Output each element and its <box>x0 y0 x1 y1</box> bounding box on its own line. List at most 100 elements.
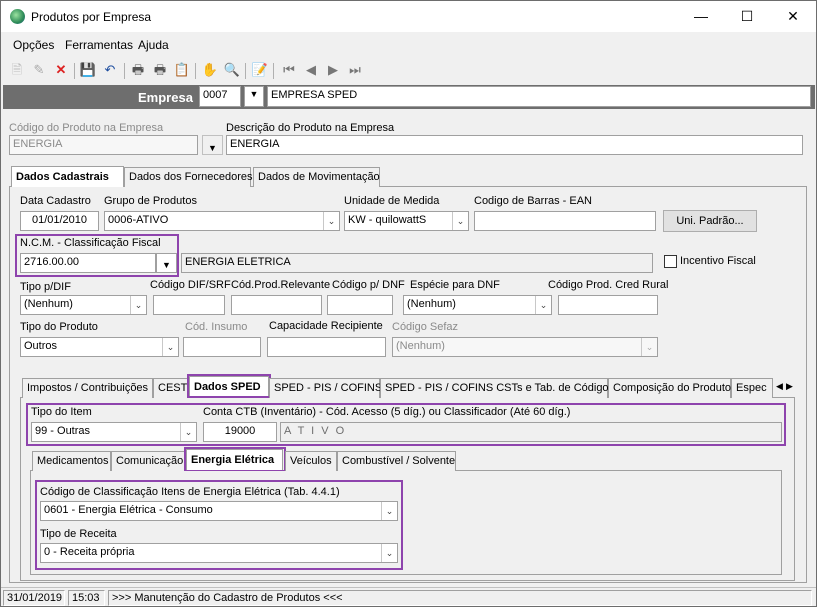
status-message: >>> Manutenção do Cadastro de Produtos <… <box>108 590 812 606</box>
tab-espec[interactable]: Espec <box>731 378 773 398</box>
especie-dnf-label: Espécie para DNF <box>410 279 500 291</box>
conta-ctb-description: A T I V O <box>280 422 782 442</box>
main-window: Produtos por Empresa — ☐ ✕ Opções Ferram… <box>0 0 817 607</box>
undo-icon[interactable]: ↶ <box>101 61 119 79</box>
menu-ajuda[interactable]: Ajuda <box>138 38 169 52</box>
toolbar: 🗎 ✎ ✕ 💾 ↶ 🖶 🖶 📋 ✋ 🔍 📝 ⏮ ◀ ▶ ⏭ <box>1 59 816 83</box>
descricao-input[interactable]: ENERGIA <box>226 135 803 155</box>
capacidade-label: Capacidade Recipiente <box>269 320 383 332</box>
cod-insumo-input <box>183 337 261 357</box>
conta-ctb-label: Conta CTB (Inventário) - Cód. Acesso (5 … <box>203 406 571 418</box>
data-cadastro-input[interactable]: 01/01/2010 <box>20 211 99 231</box>
tab-scroll-left-icon[interactable]: ◀ <box>776 381 783 392</box>
tab-sped-pis-cofins[interactable]: SPED - PIS / COFINS <box>269 378 382 398</box>
close-button[interactable]: ✕ <box>770 1 816 32</box>
unidade-value: KW - quilowattS <box>348 214 427 226</box>
tipo-produto-value: Outros <box>24 340 58 352</box>
codigo-dropdown-button[interactable]: ▼ <box>202 135 223 155</box>
ncm-description: ENERGIA ELETRICA <box>181 253 653 273</box>
empresa-name-field: EMPRESA SPED <box>267 86 811 107</box>
tipo-dif-select[interactable]: (Nenhum) ⌄ <box>20 295 147 315</box>
cod-sefaz-label: Código Sefaz <box>392 321 459 333</box>
tab-veiculos[interactable]: Veículos <box>285 451 337 471</box>
tab-sped-pis-cofins-csts[interactable]: SPED - PIS / COFINS CSTs e Tab. de Códig… <box>380 378 614 398</box>
edit-icon[interactable]: ✎ <box>30 61 48 79</box>
status-date: 31/01/2019 <box>3 590 65 606</box>
tipo-item-select[interactable]: 99 - Outras ⌄ <box>31 422 197 442</box>
hand-icon[interactable]: ✋ <box>201 61 219 79</box>
title-bar[interactable]: Produtos por Empresa — ☐ ✕ <box>1 1 816 32</box>
tab-medicamentos[interactable]: Medicamentos <box>32 451 111 471</box>
settings-icon[interactable]: 📝 <box>251 61 269 79</box>
descricao-label: Descrição do Produto na Empresa <box>226 122 395 134</box>
capacidade-input[interactable] <box>267 337 386 357</box>
save-icon[interactable]: 💾 <box>79 61 97 79</box>
data-cadastro-label: Data Cadastro <box>20 195 91 207</box>
ean-input[interactable] <box>474 211 656 231</box>
conta-ctb-input[interactable]: 19000 <box>203 422 277 442</box>
chevron-down-icon: ⌄ <box>130 296 146 314</box>
tab-dados-movimentacao[interactable]: Dados de Movimentação <box>253 167 380 187</box>
status-bar: 31/01/2019 15:03 >>> Manutenção do Cadas… <box>1 587 816 606</box>
tab-scroll-right-icon[interactable]: ▶ <box>786 381 793 392</box>
cod-sefaz-value: (Nenhum) <box>396 340 445 352</box>
chevron-down-icon: ⌄ <box>381 544 397 562</box>
empresa-code-input[interactable]: 0007 <box>199 86 241 107</box>
tab-dados-fornecedores[interactable]: Dados dos Fornecedores <box>124 167 253 187</box>
print-icon[interactable]: 🖶 <box>129 61 147 79</box>
prev-record-icon[interactable]: ◀ <box>302 61 320 79</box>
tipo-receita-select[interactable]: 0 - Receita própria ⌄ <box>40 543 398 563</box>
tab-cest[interactable]: CEST <box>153 378 188 398</box>
cod-relevante-input[interactable] <box>231 295 322 315</box>
ncm-input[interactable]: 2716.00.00 <box>20 253 156 273</box>
chevron-down-icon: ⌄ <box>180 423 196 441</box>
menu-ferramentas[interactable]: Ferramentas <box>65 38 133 52</box>
grupo-select[interactable]: 0006-ATIVO ⌄ <box>104 211 340 231</box>
grupo-label: Grupo de Produtos <box>104 195 197 207</box>
tab-dados-cadastrais[interactable]: Dados Cadastrais <box>11 166 124 188</box>
cod-sefaz-select: (Nenhum) ⌄ <box>392 337 658 357</box>
empresa-dropdown-button[interactable]: ▼ <box>244 86 264 107</box>
codigo-produto-label: Código do Produto na Empresa <box>9 122 164 134</box>
first-record-icon[interactable]: ⏮ <box>280 61 298 79</box>
incentivo-label: Incentivo Fiscal <box>680 255 756 267</box>
tipo-produto-select[interactable]: Outros ⌄ <box>20 337 179 357</box>
minimize-button[interactable]: — <box>678 1 724 32</box>
print-preview-icon[interactable]: 🖶 <box>151 61 169 79</box>
tab-composicao[interactable]: Composição do Produto <box>608 378 731 398</box>
new-icon[interactable]: 🗎 <box>8 61 26 79</box>
empresa-label: Empresa <box>138 90 193 105</box>
uni-padrao-button[interactable]: Uni. Padrão... <box>663 210 757 232</box>
last-record-icon[interactable]: ⏭ <box>346 61 364 79</box>
tab-comunicacao[interactable]: Comunicação <box>111 451 185 471</box>
cred-rural-input[interactable] <box>558 295 658 315</box>
tipo-item-label: Tipo do Item <box>31 406 92 418</box>
chevron-down-icon: ⌄ <box>323 212 339 230</box>
cod-relevante-label: Cód.Prod.Relevante <box>231 279 331 291</box>
empresa-bar: Empresa 0007 ▼ EMPRESA SPED <box>3 85 815 109</box>
incentivo-checkbox[interactable] <box>664 255 677 268</box>
cod-dnf-input[interactable] <box>327 295 393 315</box>
menu-opcoes[interactable]: Opções <box>13 38 54 52</box>
tab-combustivel[interactable]: Combustível / Solvente <box>337 451 456 471</box>
tipo-receita-label: Tipo de Receita <box>40 528 117 540</box>
classif-energia-select[interactable]: 0601 - Energia Elétrica - Consumo ⌄ <box>40 501 398 521</box>
cod-dif-input[interactable] <box>153 295 225 315</box>
maximize-button[interactable]: ☐ <box>724 1 770 32</box>
ncm-dropdown-button[interactable]: ▼ <box>156 253 177 273</box>
cod-insumo-label: Cód. Insumo <box>185 321 248 333</box>
next-record-icon[interactable]: ▶ <box>324 61 342 79</box>
status-time: 15:03 <box>68 590 105 606</box>
cod-dif-label: Código DIF/SRF <box>150 279 231 291</box>
export-icon[interactable]: 📋 <box>173 61 191 79</box>
unidade-select[interactable]: KW - quilowattS ⌄ <box>344 211 469 231</box>
window-title: Produtos por Empresa <box>31 10 152 24</box>
tab-impostos[interactable]: Impostos / Contribuições <box>22 378 153 398</box>
cred-rural-label: Código Prod. Cred Rural <box>548 279 669 291</box>
search-icon[interactable]: 🔍 <box>223 61 241 79</box>
app-icon <box>10 9 25 24</box>
delete-icon[interactable]: ✕ <box>52 61 70 79</box>
especie-dnf-select[interactable]: (Nenhum) ⌄ <box>403 295 552 315</box>
chevron-down-icon: ⌄ <box>452 212 468 230</box>
tipo-dif-label: Tipo p/DIF <box>20 281 71 293</box>
